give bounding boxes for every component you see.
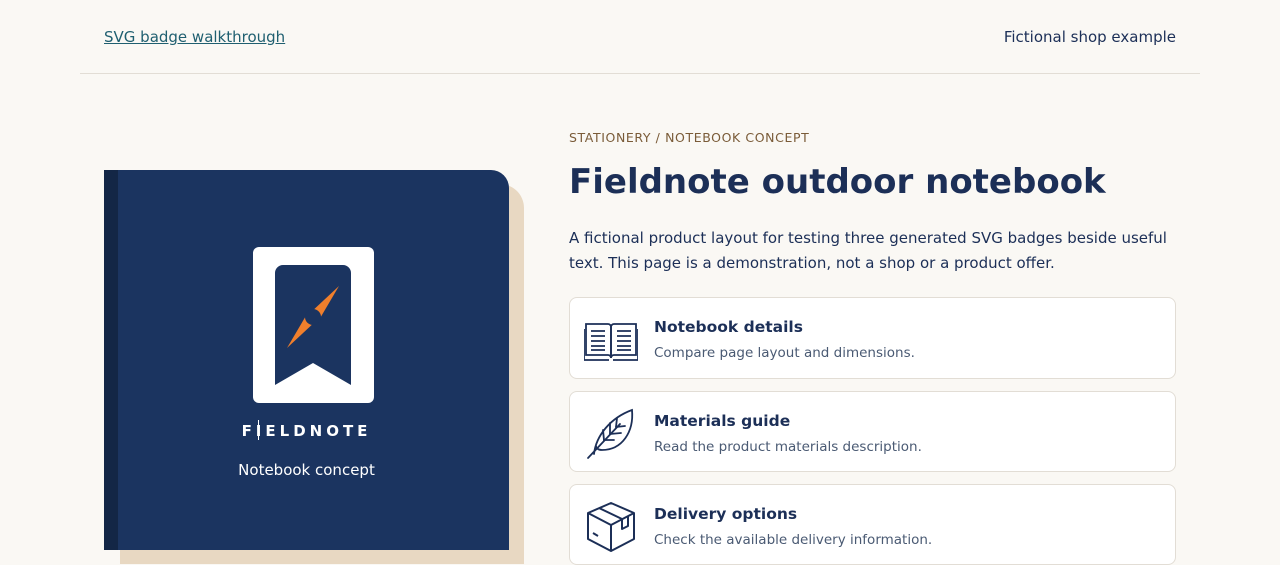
card-delivery-options[interactable]: Delivery options Check the available del… (569, 484, 1176, 565)
top-bar: SVG badge walkthrough Fictional shop exa… (80, 0, 1200, 74)
breadcrumb-eyebrow: STATIONERY / NOTEBOOK CONCEPT (569, 130, 810, 145)
notebook-spine (104, 170, 118, 550)
card-title: Notebook details (654, 318, 803, 336)
product-description: A fictional product layout for testing t… (569, 229, 1167, 272)
leaf-icon (587, 408, 634, 459)
package-box-icon (587, 502, 635, 552)
site-label: Fictional shop example (1003, 28, 1176, 46)
card-notebook-details[interactable]: Notebook details Compare page layout and… (569, 297, 1176, 379)
compass-bookmark-icon (275, 265, 351, 385)
cover-tagline: Notebook concept (238, 461, 375, 479)
cover-brand: FIELDNOTE (241, 422, 372, 440)
notebook-cover: FIELDNOTE Notebook concept (104, 170, 509, 550)
card-subtitle: Check the available delivery information… (654, 532, 933, 548)
card-subtitle: Read the product materials description. (654, 439, 922, 455)
open-book-icon (584, 323, 638, 361)
card-title: Materials guide (654, 412, 791, 430)
walkthrough-link[interactable]: SVG badge walkthrough (104, 28, 285, 46)
card-subtitle: Compare page layout and dimensions. (654, 345, 915, 361)
page-title: Fieldnote outdoor notebook (569, 162, 1106, 202)
logo-tile (253, 247, 374, 403)
card-materials-guide[interactable]: Materials guide Read the product materia… (569, 391, 1176, 472)
card-title: Delivery options (654, 505, 798, 523)
